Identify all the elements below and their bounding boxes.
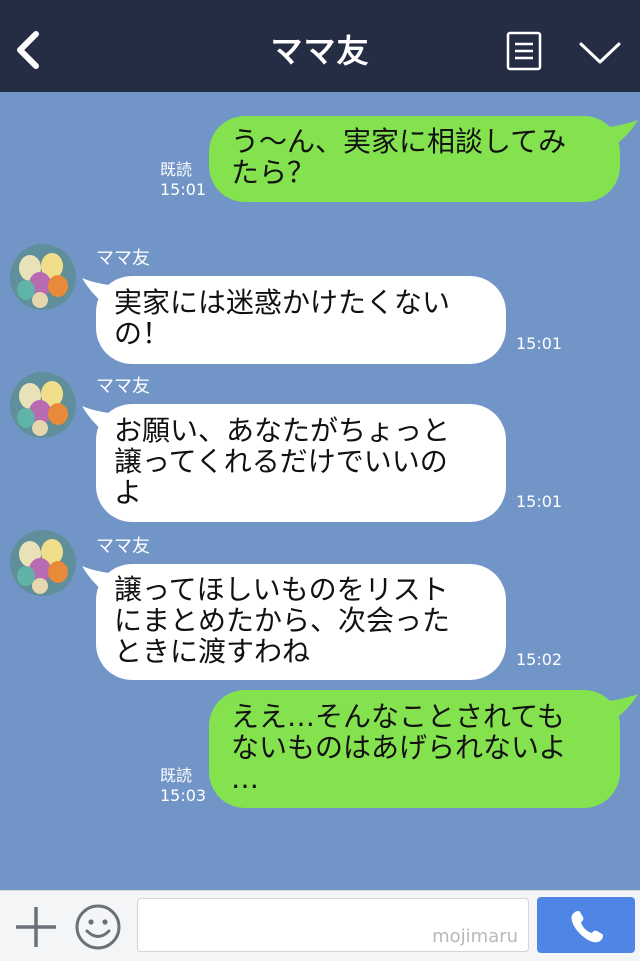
- watermark: mojimaru: [432, 926, 518, 947]
- sender-name: ママ友: [96, 376, 150, 397]
- chat-header: ママ友: [0, 0, 640, 92]
- avatar[interactable]: [10, 244, 76, 310]
- sender-name: ママ友: [96, 248, 150, 269]
- avatar[interactable]: [10, 372, 76, 438]
- message-time: 15:01: [160, 180, 207, 199]
- message-line: ええ…そんなことされても: [231, 700, 565, 733]
- message-bubble[interactable]: 実家には迷惑かけたくない の！: [96, 276, 506, 364]
- message-time: 15:02: [516, 650, 563, 669]
- message-line: 譲ってほしいものをリスト: [114, 573, 449, 606]
- collapse-button[interactable]: [578, 38, 622, 68]
- plus-button[interactable]: [14, 905, 58, 949]
- document-menu-icon: [506, 31, 542, 71]
- plus-icon: [16, 907, 56, 947]
- avatar[interactable]: [10, 530, 76, 596]
- read-receipt: 既読 15:01: [160, 160, 206, 200]
- message-bubble[interactable]: お願い、あなたがちょっと 譲ってくれるだけでいいの よ: [96, 404, 506, 522]
- message-line: 譲ってくれるだけでいいの: [114, 445, 448, 478]
- chat-area[interactable]: 既読 15:01 う〜ん、実家に相談してみ たら？ ママ友 実家には迷惑かけたく…: [0, 92, 640, 890]
- message-time: 15:01: [516, 492, 563, 511]
- message-bubble[interactable]: う〜ん、実家に相談してみ たら？: [209, 116, 620, 202]
- chevron-down-icon: [579, 42, 621, 64]
- message-line: たら？: [231, 156, 316, 189]
- phone-icon: [571, 910, 604, 943]
- menu-button[interactable]: [506, 31, 542, 71]
- balloons-icon: [17, 539, 68, 594]
- balloons-icon: [17, 381, 68, 436]
- message-bubble[interactable]: ええ…そんなことされても ないものはあげられないよ …: [209, 690, 620, 808]
- message-bubble[interactable]: 譲ってほしいものをリスト にまとめたから、次会った ときに渡すわね: [96, 564, 506, 680]
- message-time: 15:03: [160, 786, 207, 805]
- message-line: 実家には迷惑かけたくない: [114, 286, 451, 319]
- smiley-icon: [75, 904, 121, 950]
- read-label: 既読: [160, 160, 193, 179]
- message-line: お願い、あなたがちょっと: [114, 414, 451, 447]
- message-line: にまとめたから、次会った: [114, 604, 451, 637]
- message-line: よ: [114, 476, 143, 509]
- message-line: ときに渡すわね: [114, 635, 311, 668]
- chat-title: ママ友: [270, 32, 370, 70]
- message-line: ないものはあげられないよ: [231, 731, 567, 764]
- message-line: の！: [114, 317, 171, 350]
- message-time: 15:01: [516, 334, 563, 353]
- read-label: 既読: [160, 766, 193, 785]
- emoji-button[interactable]: [74, 903, 122, 951]
- read-receipt: 既読 15:03: [160, 766, 206, 806]
- message-line: …: [231, 762, 259, 795]
- balloons-icon: [17, 253, 68, 308]
- message-line: う〜ん、実家に相談してみ: [231, 125, 567, 158]
- call-button[interactable]: [537, 897, 635, 953]
- message-input[interactable]: mojimaru: [137, 898, 529, 952]
- input-bar: mojimaru: [0, 890, 640, 961]
- sender-name: ママ友: [96, 536, 150, 557]
